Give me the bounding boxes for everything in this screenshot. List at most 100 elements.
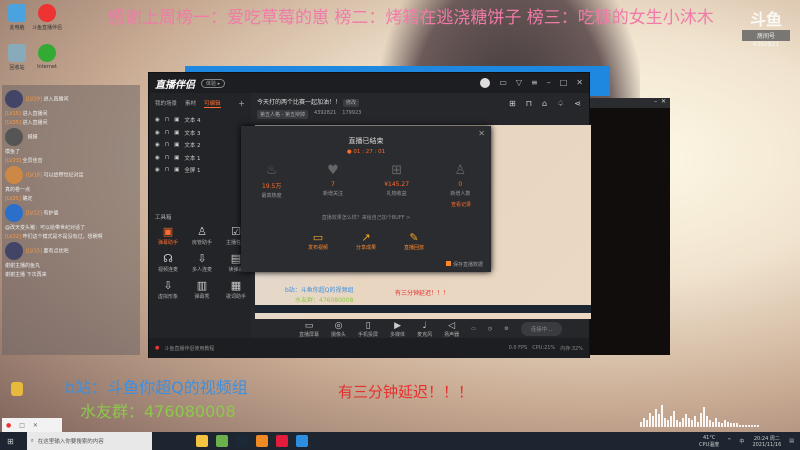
share-icon[interactable]: ⋖ xyxy=(574,99,581,108)
delay-overlay-text: 有三分钟延迟！！！ xyxy=(338,383,474,401)
store-icon[interactable]: ⌂ xyxy=(542,99,547,108)
control-button[interactable]: ▭ 直播屏幕 xyxy=(299,321,319,338)
desktop-icon-douyu[interactable]: 斗鱼直播伴侣 xyxy=(32,4,62,31)
tool-1[interactable]: ♙ 房管助手 xyxy=(185,225,219,246)
version-badge[interactable]: 体验 ▸ xyxy=(201,78,226,88)
action-button[interactable]: ✎ 直播回放 xyxy=(404,231,424,251)
avatar[interactable] xyxy=(480,78,491,88)
close-icon[interactable]: ✕ xyxy=(576,78,583,88)
lock-icon[interactable]: ⊓ xyxy=(165,167,169,173)
visualizer-bar xyxy=(739,425,741,427)
window-controls[interactable]: – ✕ xyxy=(590,98,670,108)
notification-icon[interactable]: ▤ xyxy=(789,438,794,444)
tab-assets[interactable]: 素材 xyxy=(185,99,196,108)
memory-usage: 内存:32% xyxy=(560,345,583,352)
settings-icon[interactable]: ⚙ xyxy=(504,326,508,332)
control-label: 多媒体 xyxy=(390,331,406,338)
chat-overlay: [LV29] 进入直播间 [LV15] 进入直播间 [LV25] 进入直播间 摸摸 … xyxy=(2,85,140,355)
bell-icon[interactable]: ♤ xyxy=(557,99,564,108)
visualizer-bar xyxy=(688,418,690,427)
desktop-icon-folder[interactable] xyxy=(2,382,32,398)
lock-icon[interactable]: ⊓ xyxy=(165,130,169,136)
scene-item[interactable]: ◉ ⊓ ▣ 全屏 1 xyxy=(149,164,251,177)
taskbar-search[interactable]: ⌕ 在这里输入你要搜索的内容 xyxy=(26,432,152,450)
chat-avatar xyxy=(5,90,23,108)
tab-scenes[interactable]: 我的场景 xyxy=(155,99,177,108)
tool-3[interactable]: ☊ 视频连麦 xyxy=(151,252,185,273)
control-button[interactable]: ▶ 多媒体 xyxy=(390,321,405,338)
taskbar-app-icon[interactable] xyxy=(235,435,248,447)
minimized-window[interactable]: ● □ ✕ xyxy=(2,418,62,432)
control-button[interactable]: ◁ 扬声器 xyxy=(444,321,459,338)
tool-6[interactable]: ⇩ 虚拟形象 xyxy=(151,279,185,300)
chat-text: 全员佳音 xyxy=(22,158,43,164)
scene-item[interactable]: ◉ ⊓ ▣ 文本 2 xyxy=(149,139,251,152)
tray-chevron-icon[interactable]: ^ xyxy=(727,438,731,444)
minimize-icon[interactable]: – xyxy=(547,78,551,88)
lock-icon[interactable]: ⊓ xyxy=(165,155,169,161)
message-icon[interactable]: ▭ xyxy=(499,78,507,88)
text-source-icon: ▣ xyxy=(174,129,180,136)
visualizer-bar xyxy=(715,418,717,427)
view-record-link[interactable]: 查看记录 xyxy=(431,201,491,208)
lock-icon[interactable]: ⊓ xyxy=(165,142,169,148)
control-button[interactable]: ▯ 手机投屏 xyxy=(358,321,378,338)
visualizer-bar xyxy=(757,425,759,427)
action-button[interactable]: ▭ 发布视频 xyxy=(308,231,328,251)
edit-title-button[interactable]: 修改 xyxy=(342,99,359,107)
scene-item[interactable]: ◉ ⊓ ▣ 文本 4 xyxy=(149,114,251,127)
category-chip[interactable]: 第五人格 - 第五辩掉 xyxy=(257,110,308,119)
gift-icon[interactable]: ⊞ xyxy=(509,99,516,108)
start-button[interactable]: ⊞ xyxy=(0,437,21,446)
eye-icon[interactable]: ◉ xyxy=(155,130,160,136)
connect-button[interactable]: 连接中... xyxy=(520,322,563,336)
record-icon[interactable]: ▭ xyxy=(471,326,476,332)
tool-8[interactable]: ▦ 歌词助手 xyxy=(219,279,253,300)
action-label: 分享成果 xyxy=(355,245,376,251)
taskbar-app-icon[interactable] xyxy=(275,435,288,447)
control-button[interactable]: ◎ 摄像头 xyxy=(331,321,346,338)
timer-icon[interactable]: ◷ xyxy=(488,326,492,332)
control-icon: ▯ xyxy=(365,320,371,331)
desktop-icon-this-pc[interactable]: 此电脑 xyxy=(2,4,32,31)
chat-user: [LV23] xyxy=(5,158,21,164)
clock[interactable]: 20:24 周二 2021/11/16 xyxy=(752,435,781,448)
lock-icon[interactable]: ⊓ xyxy=(165,117,169,123)
tool-label: 弹幕秀 xyxy=(194,294,210,300)
desktop-icon-recycle[interactable]: 回收站 xyxy=(2,44,32,71)
taskbar-app-icon[interactable] xyxy=(295,435,308,447)
eye-icon[interactable]: ◉ xyxy=(155,155,160,161)
buff-link[interactable]: 直播效果怎么样？来给自己加个BUFF > xyxy=(241,214,491,221)
action-button[interactable]: ↗ 分享成果 xyxy=(356,231,376,251)
scene-item[interactable]: ◉ ⊓ ▣ 文本 1 xyxy=(149,152,251,165)
eye-icon[interactable]: ◉ xyxy=(155,142,160,148)
skin-icon[interactable]: ▽ xyxy=(516,78,522,88)
scene-item[interactable]: ◉ ⊓ ▣ 文本 3 xyxy=(149,127,251,140)
lock-icon[interactable]: ⊓ xyxy=(526,99,532,108)
desktop-icon-ie[interactable]: Internet xyxy=(32,44,62,70)
tool-7[interactable]: ▥ 弹幕秀 xyxy=(185,279,219,300)
menu-icon[interactable]: ≡ xyxy=(531,78,538,88)
stat-value: 7 xyxy=(331,181,335,188)
tool-4[interactable]: ⇩ 多人连麦 xyxy=(185,252,219,273)
stat-label: 礼物收益 xyxy=(386,191,407,197)
taskbar-app-icon[interactable] xyxy=(215,435,228,447)
tutorial-link[interactable]: 斗鱼直播伴侣使用教程 xyxy=(164,345,214,352)
taskbar-app-icon[interactable] xyxy=(195,435,208,447)
maximize-icon[interactable]: □ xyxy=(560,78,568,88)
tab-editable[interactable]: 可编辑 xyxy=(204,99,221,108)
close-dialog-icon[interactable]: ✕ xyxy=(478,129,485,138)
taskbar-app-icon[interactable] xyxy=(255,435,268,447)
save-data-checkbox[interactable] xyxy=(446,261,452,266)
douyu-watermark: 斗鱼 房间号 4392821 xyxy=(742,6,790,48)
eye-icon[interactable]: ◉ xyxy=(155,117,160,123)
tool-0[interactable]: ▣ 弹幕助手 xyxy=(151,225,185,246)
add-icon[interactable]: + xyxy=(238,99,245,108)
chat-text: 进入直播间 xyxy=(43,96,69,103)
ime-indicator[interactable]: 中 xyxy=(739,438,744,445)
visualizer-bar xyxy=(730,423,732,427)
stream-ended-dialog: ✕ 直播已结束 ● 01 : 27 : 01 ♨ 19.5万 最高热度 ♥ 7 新增关注 ⊞… xyxy=(241,126,491,272)
visualizer-bar xyxy=(697,421,699,427)
eye-icon[interactable]: ◉ xyxy=(155,167,160,173)
control-button[interactable]: ♩ 麦克风 xyxy=(417,321,432,338)
